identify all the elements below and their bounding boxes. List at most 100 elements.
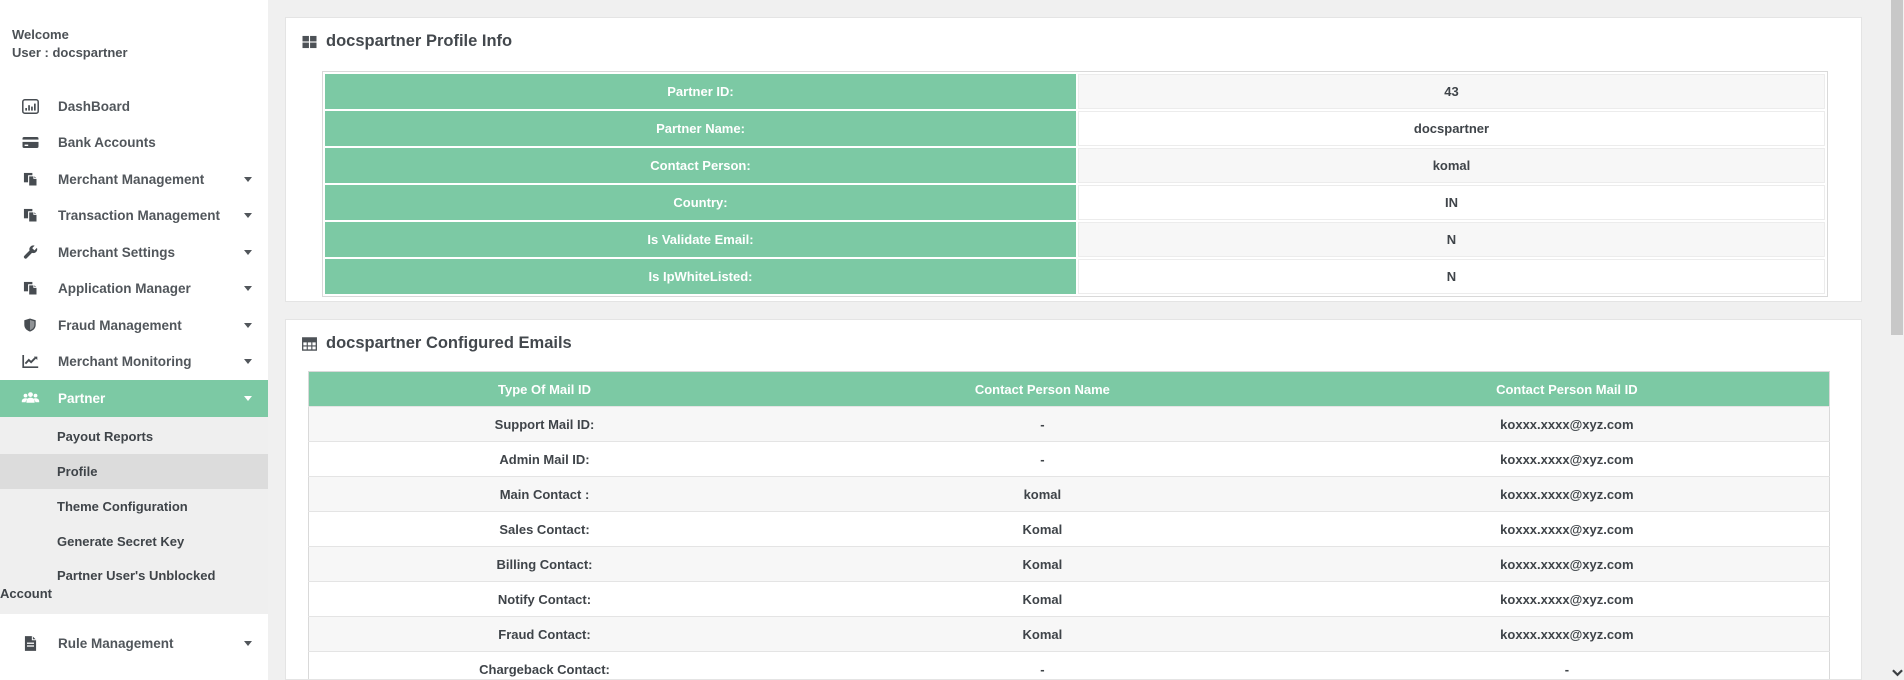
shield-icon <box>19 317 41 333</box>
sidebar-nav-bottom: Rule Management <box>0 626 268 663</box>
submenu-item-profile[interactable]: Profile <box>0 454 268 489</box>
emails-row-name: Komal <box>780 582 1305 617</box>
emails-column-header: Contact Person Name <box>780 372 1305 407</box>
profile-row-value: N <box>1078 259 1825 294</box>
emails-row-type: Main Contact : <box>309 477 781 512</box>
emails-panel-title: docspartner Configured Emails <box>326 334 572 353</box>
sidebar: Welcome User : docspartner DashBoard Bank… <box>0 0 268 680</box>
profile-row: Is IpWhiteListed:N <box>325 259 1825 294</box>
welcome-user: User : docspartner <box>12 44 268 62</box>
emails-row: Billing Contact:Komalkoxxx.xxxx@xyz.com <box>309 547 1830 582</box>
chevron-down-icon <box>1892 669 1903 677</box>
sidebar-item-label: Merchant Management <box>58 172 204 187</box>
emails-row-type: Billing Contact: <box>309 547 781 582</box>
emails-row-name: Komal <box>780 617 1305 652</box>
document-icon <box>19 636 41 651</box>
profile-row-label: Partner ID: <box>325 74 1076 109</box>
emails-row-name: Komal <box>780 512 1305 547</box>
profile-row: Is Validate Email:N <box>325 222 1825 257</box>
sidebar-item-label: Transaction Management <box>58 208 220 223</box>
sidebar-item-fraud-management[interactable]: Fraud Management <box>0 307 268 344</box>
chevron-down-icon <box>244 641 252 650</box>
line-chart-icon <box>19 354 41 369</box>
profile-panel-title: docspartner Profile Info <box>326 32 512 51</box>
profile-row-value: N <box>1078 222 1825 257</box>
profile-row: Partner ID:43 <box>325 74 1825 109</box>
users-icon <box>19 391 41 405</box>
sidebar-item-label: Bank Accounts <box>58 135 156 150</box>
profile-row-label: Is Validate Email: <box>325 222 1076 257</box>
chevron-down-icon <box>244 213 252 222</box>
emails-row: Fraud Contact:Komalkoxxx.xxxx@xyz.com <box>309 617 1830 652</box>
emails-row-type: Fraud Contact: <box>309 617 781 652</box>
emails-column-header: Type Of Mail ID <box>309 372 781 407</box>
sidebar-item-transaction-management[interactable]: Transaction Management <box>0 198 268 235</box>
emails-row: Sales Contact:Komalkoxxx.xxxx@xyz.com <box>309 512 1830 547</box>
bank-card-icon <box>19 135 41 150</box>
sidebar-item-partner[interactable]: Partner <box>0 380 268 417</box>
scrollbar-thumb[interactable] <box>1891 0 1903 335</box>
chevron-down-icon <box>244 286 252 295</box>
profile-row-value: komal <box>1078 148 1825 183</box>
emails-row-mail: koxxx.xxxx@xyz.com <box>1305 442 1830 477</box>
emails-row-mail: koxxx.xxxx@xyz.com <box>1305 582 1830 617</box>
dashboard-icon <box>19 99 41 114</box>
files-icon <box>19 208 41 223</box>
table-icon <box>302 337 317 351</box>
profile-row-label: Partner Name: <box>325 111 1076 146</box>
sidebar-item-label: Fraud Management <box>58 318 182 333</box>
grid-icon <box>302 35 317 49</box>
emails-row-mail: koxxx.xxxx@xyz.com <box>1305 407 1830 442</box>
vertical-scrollbar[interactable] <box>1890 0 1904 680</box>
sidebar-item-rule-management[interactable]: Rule Management <box>0 626 268 663</box>
scroll-down-arrow[interactable] <box>1891 668 1903 678</box>
profile-info-table: Partner ID:43Partner Name:docspartnerCon… <box>322 71 1828 297</box>
welcome-text: Welcome <box>12 26 268 44</box>
sidebar-item-dashboard[interactable]: DashBoard <box>0 88 268 125</box>
submenu-item-generate-secret-key[interactable]: Generate Secret Key <box>0 524 268 559</box>
emails-row-mail: koxxx.xxxx@xyz.com <box>1305 617 1830 652</box>
sidebar-item-label: Application Manager <box>58 281 191 296</box>
profile-row-label: Country: <box>325 185 1076 220</box>
emails-row-type: Support Mail ID: <box>309 407 781 442</box>
profile-row: Contact Person:komal <box>325 148 1825 183</box>
sidebar-item-bank-accounts[interactable]: Bank Accounts <box>0 125 268 162</box>
main-content: docspartner Profile Info Partner ID:43Pa… <box>268 0 1904 680</box>
profile-row-label: Is IpWhiteListed: <box>325 259 1076 294</box>
sidebar-item-merchant-management[interactable]: Merchant Management <box>0 161 268 198</box>
profile-row-label: Contact Person: <box>325 148 1076 183</box>
emails-row: Support Mail ID:-koxxx.xxxx@xyz.com <box>309 407 1830 442</box>
chevron-down-icon <box>244 359 252 368</box>
emails-row-name: - <box>780 407 1305 442</box>
emails-row-type: Sales Contact: <box>309 512 781 547</box>
emails-row-type: Admin Mail ID: <box>309 442 781 477</box>
profile-row-value: IN <box>1078 185 1825 220</box>
chevron-down-icon <box>244 250 252 259</box>
profile-info-panel: docspartner Profile Info Partner ID:43Pa… <box>285 17 1862 302</box>
sidebar-item-label: Rule Management <box>58 636 174 651</box>
sidebar-item-label: Merchant Monitoring <box>58 354 192 369</box>
emails-row-name: - <box>780 652 1305 680</box>
sidebar-item-label: DashBoard <box>58 99 130 114</box>
files-icon <box>19 281 41 296</box>
emails-row-type: Notify Contact: <box>309 582 781 617</box>
profile-row: Partner Name:docspartner <box>325 111 1825 146</box>
submenu-item-partner-user-s-unblocked-account[interactable]: Partner User's Unblocked Account <box>0 559 268 612</box>
emails-row: Main Contact :komalkoxxx.xxxx@xyz.com <box>309 477 1830 512</box>
sidebar-item-application-manager[interactable]: Application Manager <box>0 271 268 308</box>
emails-row-name: komal <box>780 477 1305 512</box>
submenu-item-payout-reports[interactable]: Payout Reports <box>0 419 268 454</box>
sidebar-item-merchant-settings[interactable]: Merchant Settings <box>0 234 268 271</box>
wrench-icon <box>19 245 41 260</box>
configured-emails-table: Type Of Mail IDContact Person NameContac… <box>308 371 1830 680</box>
profile-row-value: docspartner <box>1078 111 1825 146</box>
profile-row-value: 43 <box>1078 74 1825 109</box>
profile-row: Country:IN <box>325 185 1825 220</box>
profile-panel-header: docspartner Profile Info <box>286 18 1861 51</box>
submenu-item-theme-configuration[interactable]: Theme Configuration <box>0 489 268 524</box>
emails-row-mail: koxxx.xxxx@xyz.com <box>1305 512 1830 547</box>
emails-column-header: Contact Person Mail ID <box>1305 372 1830 407</box>
emails-panel-header: docspartner Configured Emails <box>286 320 1861 353</box>
sidebar-item-merchant-monitoring[interactable]: Merchant Monitoring <box>0 344 268 381</box>
sidebar-item-label: Merchant Settings <box>58 245 175 260</box>
